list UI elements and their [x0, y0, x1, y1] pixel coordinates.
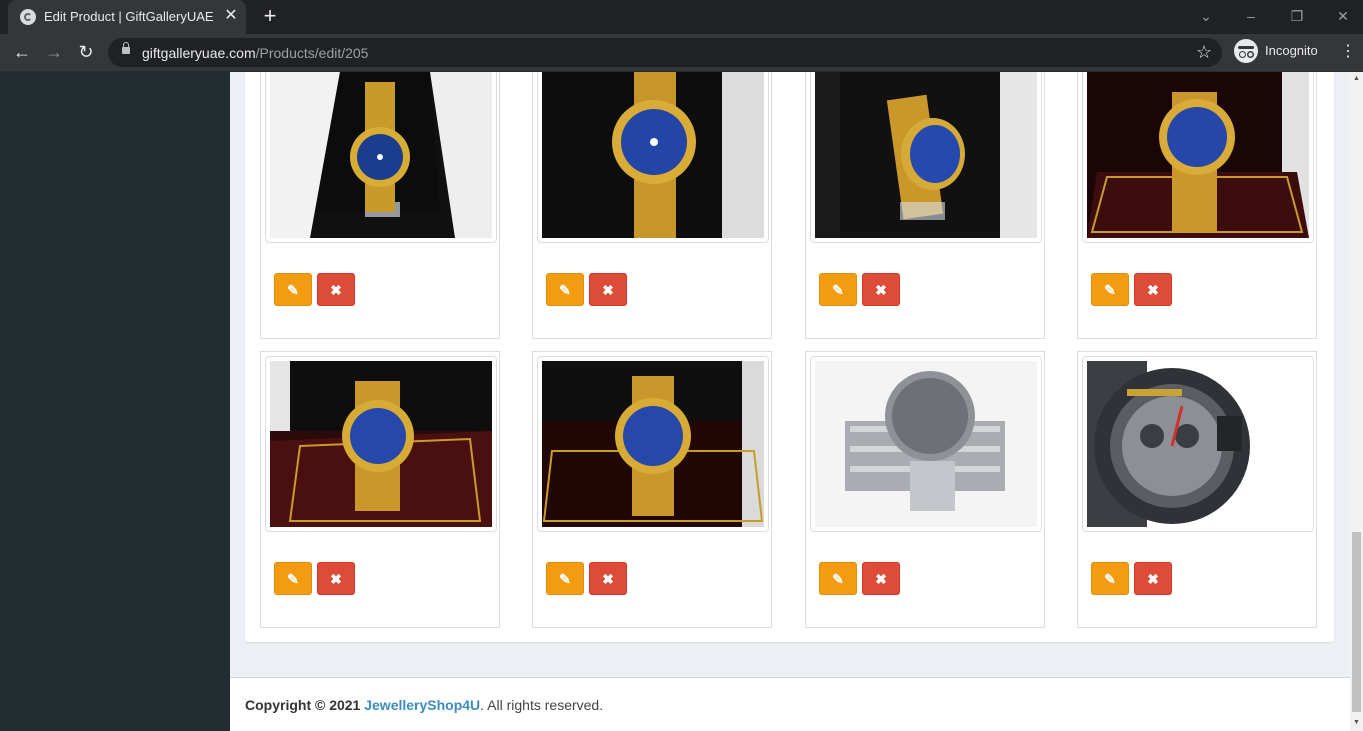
product-photo: [1087, 361, 1309, 527]
delete-image-button[interactable]: ✖: [1134, 562, 1172, 595]
lock-icon[interactable]: [122, 42, 130, 54]
new-tab-icon[interactable]: +: [259, 5, 281, 27]
edit-icon: ✎: [1104, 282, 1116, 298]
page-scrollbar[interactable]: ▲ ▼: [1350, 72, 1363, 731]
edit-image-button[interactable]: ✎: [546, 273, 584, 306]
image-thumbnail: [1082, 72, 1314, 243]
delete-image-button[interactable]: ✖: [589, 273, 627, 306]
image-thumbnail: [810, 72, 1042, 243]
product-image-card: ✎ ✖: [805, 72, 1045, 339]
product-image-card: ✎ ✖: [1077, 351, 1317, 628]
brand-link[interactable]: JewelleryShop4U: [364, 697, 480, 713]
product-photo: [270, 361, 492, 527]
edit-icon: ✎: [287, 282, 299, 298]
restore-icon[interactable]: ❐: [1287, 6, 1307, 26]
product-photo: [1087, 72, 1309, 238]
back-arrow-icon[interactable]: ←: [10, 40, 34, 64]
delete-icon: ✖: [875, 571, 887, 587]
scroll-up-icon[interactable]: ▲: [1350, 72, 1363, 85]
edit-image-button[interactable]: ✎: [819, 562, 857, 595]
delete-icon: ✖: [602, 282, 614, 298]
delete-image-button[interactable]: ✖: [317, 273, 355, 306]
bookmark-star-icon[interactable]: ☆: [1196, 42, 1212, 62]
image-thumbnail: [537, 356, 769, 532]
tab-close-icon[interactable]: ✕: [222, 7, 240, 25]
delete-icon: ✖: [1147, 571, 1159, 587]
edit-image-button[interactable]: ✎: [1091, 273, 1129, 306]
delete-icon: ✖: [602, 571, 614, 587]
product-image-card: ✎ ✖: [805, 351, 1045, 628]
edit-icon: ✎: [832, 571, 844, 587]
edit-icon: ✎: [287, 571, 299, 587]
delete-icon: ✖: [330, 571, 342, 587]
product-image-card: ✎ ✖: [260, 72, 500, 339]
delete-icon: ✖: [1147, 282, 1159, 298]
delete-image-button[interactable]: ✖: [1134, 273, 1172, 306]
image-thumbnail: [265, 72, 497, 243]
product-photo: [542, 72, 764, 238]
browser-toolbar: ← → ↻ giftgalleryuae.com/Products/edit/2…: [0, 34, 1363, 72]
image-thumbnail: [537, 72, 769, 243]
edit-icon: ✎: [559, 282, 571, 298]
incognito-label: Incognito: [1265, 43, 1318, 58]
product-photo: [815, 361, 1037, 527]
delete-icon: ✖: [330, 282, 342, 298]
delete-image-button[interactable]: ✖: [317, 562, 355, 595]
delete-image-button[interactable]: ✖: [862, 562, 900, 595]
site-favicon-icon: [20, 9, 36, 25]
product-image-card: ✎ ✖: [532, 72, 772, 339]
edit-icon: ✎: [832, 282, 844, 298]
browser-tab[interactable]: Edit Product | GiftGalleryUAE ✕: [8, 0, 246, 34]
edit-image-button[interactable]: ✎: [274, 562, 312, 595]
window-close-icon[interactable]: ✕: [1333, 6, 1353, 26]
product-photo: [542, 361, 764, 527]
edit-icon: ✎: [1104, 571, 1116, 587]
product-photo: [270, 72, 492, 238]
edit-icon: ✎: [559, 571, 571, 587]
tab-title: Edit Product | GiftGalleryUAE: [44, 9, 214, 24]
product-images-box: ✎ ✖ ✎ ✖ ✎ ✖ ✎ ✖ ✎ ✖ ✎ ✖ ✎ ✖ ✎ ✖: [245, 72, 1334, 642]
product-photo: [815, 72, 1037, 238]
product-image-card: ✎ ✖: [532, 351, 772, 628]
image-thumbnail: [265, 356, 497, 532]
delete-image-button[interactable]: ✖: [589, 562, 627, 595]
image-thumbnail: [1082, 356, 1314, 532]
product-image-card: ✎ ✖: [1077, 72, 1317, 339]
browser-menu-icon[interactable]: ⋮: [1340, 41, 1356, 63]
address-bar[interactable]: giftgalleryuae.com/Products/edit/205 ☆: [108, 38, 1222, 67]
scroll-down-icon[interactable]: ▼: [1350, 716, 1363, 729]
page-footer: Copyright © 2021 JewelleryShop4U. All ri…: [230, 677, 1350, 731]
url-text[interactable]: giftgalleryuae.com/Products/edit/205: [142, 45, 368, 61]
edit-image-button[interactable]: ✎: [274, 273, 312, 306]
tab-search-icon[interactable]: ⌄: [1196, 6, 1216, 26]
edit-image-button[interactable]: ✎: [1091, 562, 1129, 595]
edit-image-button[interactable]: ✎: [546, 562, 584, 595]
content-wrapper: ✎ ✖ ✎ ✖ ✎ ✖ ✎ ✖ ✎ ✖ ✎ ✖ ✎ ✖ ✎ ✖ Copyrigh…: [230, 72, 1350, 731]
forward-arrow-icon[interactable]: →: [42, 40, 66, 64]
admin-sidebar: [0, 72, 230, 731]
scrollbar-thumb[interactable]: [1352, 532, 1361, 712]
reload-icon[interactable]: ↻: [74, 40, 98, 64]
image-thumbnail: [810, 356, 1042, 532]
edit-image-button[interactable]: ✎: [819, 273, 857, 306]
delete-image-button[interactable]: ✖: [862, 273, 900, 306]
product-image-card: ✎ ✖: [260, 351, 500, 628]
minimize-icon[interactable]: –: [1241, 6, 1261, 26]
incognito-icon: [1234, 39, 1258, 63]
copyright-text: Copyright © 2021 JewelleryShop4U. All ri…: [245, 697, 604, 713]
delete-icon: ✖: [875, 282, 887, 298]
browser-tab-strip: Edit Product | GiftGalleryUAE ✕ + ⌄ – ❐ …: [0, 0, 1363, 34]
